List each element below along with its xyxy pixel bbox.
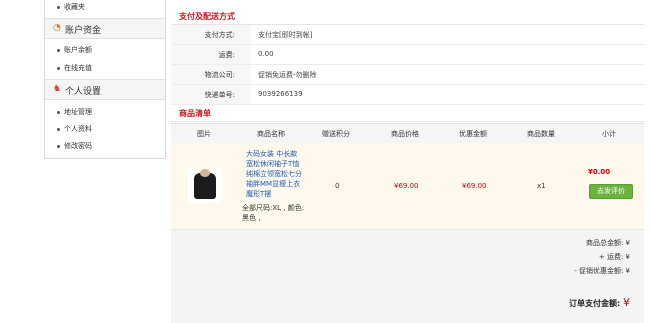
products-table-header: 图片 商品名称 赠送积分 商品价格 优惠金额 商品数量 小计: [171, 123, 644, 144]
tracking-number-value: 9039266139: [258, 90, 303, 98]
payment-method-label: 支付方式:: [204, 31, 235, 39]
sidebar-item-label: 地址管理: [64, 108, 92, 116]
products-section-header: 商品清单: [171, 105, 644, 122]
table-row: 大码女装 中长款宽松休闲袖子T恤纯棉立领宽松七分袖胖MM显瘦上衣 魔形T摆 全部…: [171, 143, 644, 230]
product-quantity: x1: [537, 182, 546, 190]
payment-method-row: 支付方式: 支付宝[即时到帐]: [171, 25, 644, 45]
sidebar-section-title: 个人设置: [65, 87, 102, 97]
goods-total: 商品总金额: ¥: [585, 239, 630, 247]
column-header-image: 图片: [197, 130, 211, 138]
account-funds-icon: ◔: [53, 23, 61, 33]
column-header-quantity: 商品数量: [527, 130, 555, 138]
column-header-discount: 优惠金额: [459, 130, 487, 138]
product-name-link[interactable]: 大码女装 中长款宽松休闲袖子T恤纯棉立领宽松七分袖胖MM显瘦上衣 魔形T摆: [246, 149, 304, 199]
sidebar-item-label: 账户余额: [64, 46, 92, 54]
column-header-price: 商品价格: [391, 130, 419, 138]
shipping-fee-row: 运费: 0.00: [171, 45, 644, 65]
payment-method-value: 支付宝[即时到帐]: [258, 31, 313, 39]
product-subtotal: ¥0.00: [588, 168, 611, 176]
review-button[interactable]: 去发评价: [589, 184, 633, 199]
order-detail: 支付及配送方式 支付方式: 支付宝[即时到帐] 运费: 0.00 物流公司: 促…: [171, 0, 644, 323]
payable-label: 订单支付金额:: [569, 299, 621, 308]
sidebar-section-account: ◔ 账户资金: [45, 18, 165, 39]
bullet-icon: [57, 144, 60, 148]
products-section-title: 商品清单: [179, 109, 211, 118]
payment-section-header: 支付及配送方式: [171, 8, 644, 25]
product-thumbnail[interactable]: [188, 169, 222, 203]
payable-amount: ¥: [623, 296, 630, 309]
sidebar-item-label: 修改密码: [64, 142, 92, 150]
logistics-company-label: 物流公司:: [204, 71, 235, 79]
logistics-company-value: 促销免运费-勿删除: [258, 71, 317, 79]
user-settings-icon: ♞: [53, 84, 62, 94]
bullet-icon: [57, 110, 60, 114]
sidebar-item-favorites[interactable]: 收藏夹: [57, 2, 85, 12]
product-points: 0: [335, 182, 340, 190]
column-header-subtotal: 小计: [602, 130, 616, 138]
tracking-number-row: 快递单号: 9039266139: [171, 85, 644, 105]
bullet-icon: [57, 127, 60, 131]
tracking-number-label: 快递单号:: [204, 91, 235, 99]
sidebar-item-balance[interactable]: 账户余额: [57, 45, 92, 55]
sidebar-item-recharge[interactable]: 在线充值: [57, 63, 92, 73]
promo-total: - 促销优惠金额: ¥: [574, 267, 630, 275]
logistics-company-row: 物流公司: 促销免运费-勿删除: [171, 65, 644, 85]
order-summary: 商品总金额: ¥ + 运费: ¥ - 促销优惠金额: ¥ 订单支付金额: ¥: [171, 230, 644, 323]
shipping-fee-value: 0.00: [258, 50, 274, 58]
product-price: ¥69.00: [394, 182, 419, 190]
sidebar-item-password[interactable]: 修改密码: [57, 141, 92, 151]
bullet-icon: [57, 48, 60, 52]
bullet-icon: [57, 66, 60, 70]
shipping-total: + 运费: ¥: [598, 253, 630, 261]
shipping-fee-label: 运费:: [218, 51, 235, 59]
product-spec: 全部尺码:XL , 颜色:黑色 ,: [242, 204, 305, 222]
payment-section-title: 支付及配送方式: [179, 12, 235, 21]
payable-total: 订单支付金额: ¥: [569, 296, 630, 309]
sidebar-item-label: 在线充值: [64, 64, 92, 72]
sidebar-section-title: 账户资金: [65, 26, 102, 36]
sidebar-item-profile[interactable]: 个人资料: [57, 124, 92, 134]
sidebar-item-address[interactable]: 地址管理: [57, 107, 92, 117]
sidebar-item-label: 个人资料: [64, 125, 92, 133]
product-discount: ¥69.00: [462, 182, 487, 190]
column-header-name: 商品名称: [257, 130, 285, 138]
column-header-points: 赠送积分: [322, 130, 350, 138]
sidebar: 收藏夹 ◔ 账户资金 账户余额 在线充值 ♞ 个人设置 地址管理 个人资料 修改…: [44, 0, 166, 159]
bullet-icon: [57, 5, 60, 9]
sidebar-item-label: 收藏夹: [64, 3, 85, 11]
sidebar-section-personal: ♞ 个人设置: [45, 79, 165, 100]
